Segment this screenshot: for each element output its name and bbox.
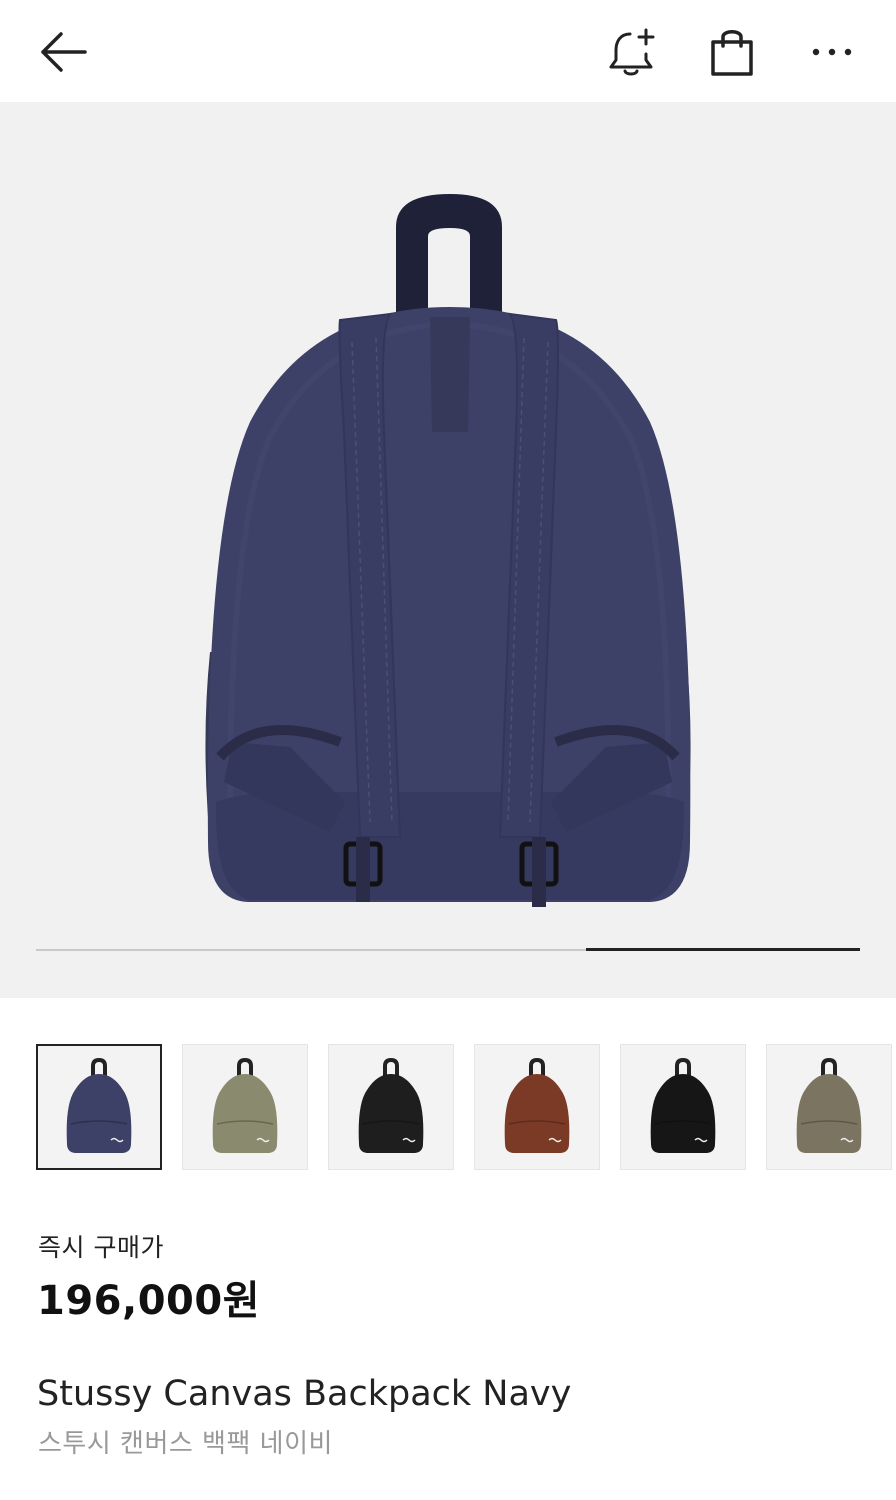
gallery-progress-bar (36, 948, 860, 951)
price-alert-button[interactable] (600, 22, 664, 82)
backpack-icon (796, 1057, 862, 1153)
backpack-icon (650, 1057, 716, 1153)
color-variant-thumbnail[interactable] (620, 1044, 746, 1170)
arrow-left-icon (41, 32, 87, 72)
product-image-gallery[interactable] (0, 102, 896, 998)
color-variant-list (36, 1044, 896, 1172)
backpack-navy-image (205, 194, 691, 907)
back-button[interactable] (28, 22, 98, 82)
backpack-icon (358, 1057, 424, 1153)
more-options-button[interactable] (800, 22, 864, 82)
backpack-icon (66, 1057, 132, 1153)
color-variant-thumbnail[interactable] (328, 1044, 454, 1170)
color-variant-thumbnail[interactable] (474, 1044, 600, 1170)
color-variant-thumbnail[interactable] (36, 1044, 162, 1170)
backpack-icon (504, 1057, 570, 1153)
more-horizontal-icon (812, 48, 852, 56)
product-name-korean: 스투시 캔버스 백팩 네이비 (38, 1429, 333, 1459)
price-label: 즉시 구매가 (38, 1233, 164, 1262)
price-value: 196,000원 (37, 1278, 260, 1324)
backpack-icon (212, 1057, 278, 1153)
shopping-bag-icon (711, 30, 753, 76)
gallery-progress-indicator (585, 948, 860, 951)
cart-button[interactable] (700, 22, 764, 82)
color-variant-thumbnail[interactable] (182, 1044, 308, 1170)
product-name-english: Stussy Canvas Backpack Navy (37, 1374, 572, 1414)
top-bar (0, 0, 896, 102)
color-variant-thumbnail[interactable] (766, 1044, 892, 1170)
bell-plus-icon (609, 28, 655, 76)
